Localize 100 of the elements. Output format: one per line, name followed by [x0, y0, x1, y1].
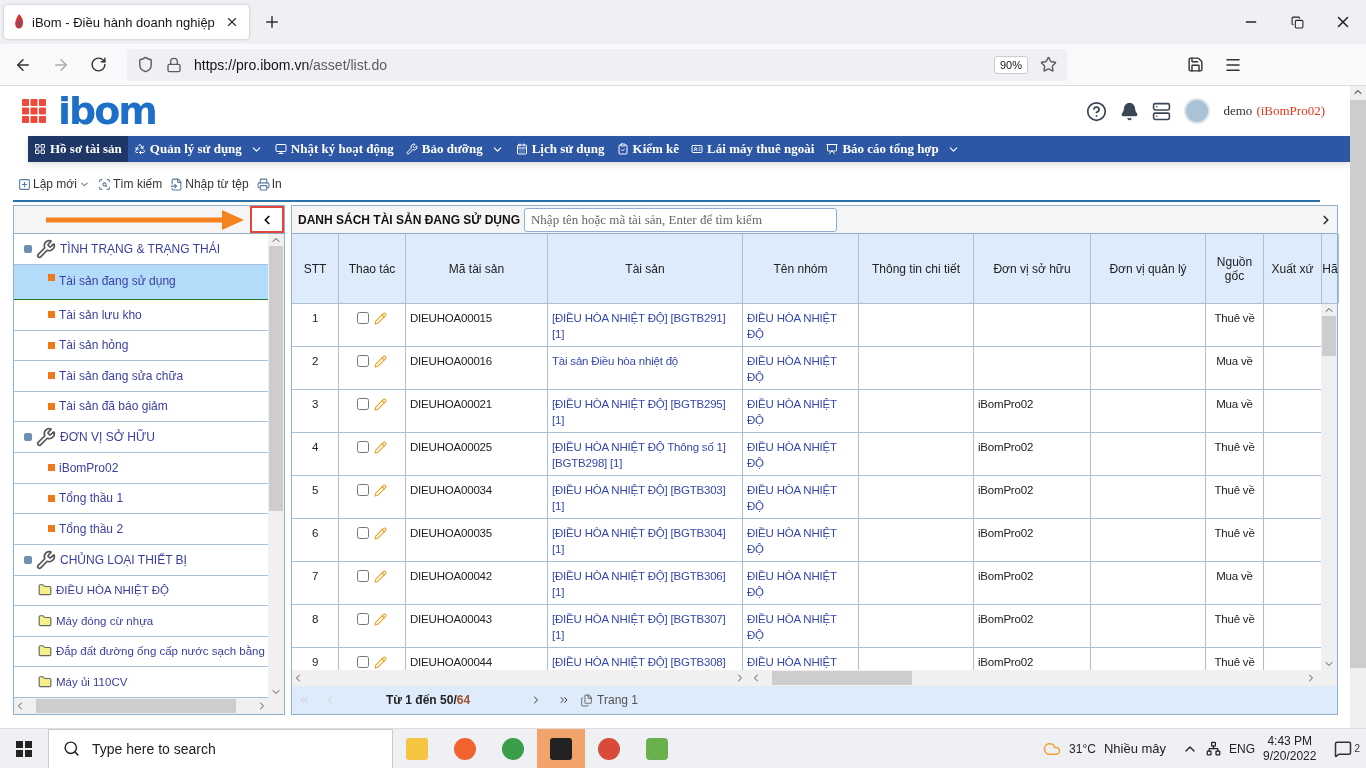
search-placeholder: Type here to search: [92, 740, 216, 757]
table-cell: DIEUHOA00021: [406, 390, 548, 432]
taskbar-search-field[interactable]: Type here to search: [48, 728, 393, 768]
nav-item[interactable]: Kiểm kê: [610, 136, 686, 162]
asset-link[interactable]: [ĐIỀU HÒA NHIỆT ĐỘ] [BGTB307] [1]: [548, 605, 743, 647]
nav-item[interactable]: Báo cáo tổng hợp: [820, 136, 966, 162]
address-bar[interactable]: https://pro.ibom.vn/asset/list.do 90%: [127, 48, 1067, 81]
group-link[interactable]: ĐIỀU HÒA NHIỆT ĐỘ: [743, 304, 859, 346]
scrollbar[interactable]: [1321, 304, 1337, 670]
nav-item[interactable]: Nhật ký hoạt động: [268, 136, 400, 162]
row-checkbox[interactable]: [357, 398, 369, 410]
group-link[interactable]: ĐIỀU HÒA NHIỆT ĐỘ: [743, 562, 859, 604]
new-tab-icon[interactable]: [263, 13, 281, 31]
pencil-icon[interactable]: [374, 527, 387, 540]
row-checkbox[interactable]: [357, 312, 369, 324]
folder-icon: [38, 644, 52, 659]
table-cell: 1: [292, 304, 339, 346]
scrollbar-thumb[interactable]: [1322, 316, 1336, 356]
group-link[interactable]: ĐIỀU HÒA NHIỆT ĐỘ: [743, 605, 859, 647]
tools-icon: [36, 427, 56, 447]
scrollbar-thumb[interactable]: [772, 671, 912, 685]
printer-icon: [256, 177, 270, 191]
toolbar-button[interactable]: Tìm kiếm: [97, 177, 163, 191]
asset-link[interactable]: Tài sản Điều hòa nhiệt độ: [548, 347, 743, 389]
column-header[interactable]: Thông tin chi tiết: [859, 234, 974, 303]
asset-link[interactable]: [ĐIỀU HÒA NHIỆT ĐỘ] [BGTB295] [1]: [548, 390, 743, 432]
network-icon[interactable]: [1206, 741, 1222, 756]
zoom-level[interactable]: 90%: [993, 55, 1028, 74]
column-header[interactable]: Thao tác: [339, 234, 406, 303]
group-link[interactable]: ĐIỀU HÒA NHIỆT ĐỘ: [743, 519, 859, 561]
pencil-icon[interactable]: [374, 570, 387, 583]
asset-link[interactable]: [ĐIỀU HÒA NHIỆT ĐỘ] [BGTB304] [1]: [548, 519, 743, 561]
server-icon[interactable]: [1152, 101, 1172, 121]
scrollbar[interactable]: [292, 670, 1337, 686]
group-link[interactable]: ĐIỀU HÒA NHIỆT ĐỘ: [743, 476, 859, 518]
column-header[interactable]: Mã tài sản: [406, 234, 548, 303]
column-header[interactable]: Đơn vị sở hữu: [974, 234, 1091, 303]
pencil-icon[interactable]: [374, 398, 387, 411]
column-header[interactable]: Hã: [1322, 234, 1339, 303]
language-indicator[interactable]: ENG: [1229, 741, 1256, 756]
pencil-icon[interactable]: [374, 312, 387, 325]
row-checkbox[interactable]: [357, 570, 369, 582]
user-name[interactable]: demo: [1223, 103, 1253, 119]
column-header[interactable]: Xuất xứ: [1264, 234, 1322, 303]
column-header[interactable]: Nguồn gốc: [1206, 234, 1264, 303]
status-icon: [48, 311, 55, 319]
pencil-icon[interactable]: [374, 355, 387, 368]
grid-icon: [34, 143, 46, 155]
nav-item[interactable]: Bảo dưỡng: [399, 136, 510, 162]
asset-link[interactable]: [ĐIỀU HÒA NHIỆT ĐỘ] [BGTB291] [1]: [548, 304, 743, 346]
bell-icon[interactable]: [1120, 101, 1140, 121]
pencil-icon[interactable]: [374, 656, 387, 669]
temperature[interactable]: 31°C: [1069, 741, 1096, 756]
avatar[interactable]: [1184, 98, 1211, 124]
group-link[interactable]: ĐIỀU HÒA NHIỆT ĐỘ: [743, 433, 859, 475]
row-checkbox[interactable]: [357, 613, 369, 625]
row-checkbox[interactable]: [357, 441, 369, 453]
scrollbar-thumb[interactable]: [36, 699, 236, 713]
close-icon[interactable]: [225, 15, 239, 29]
asset-link[interactable]: [ĐIỀU HÒA NHIỆT ĐỘ] [BGTB306] [1]: [548, 562, 743, 604]
clock[interactable]: 4:43 PM 9/20/2022: [1263, 733, 1317, 764]
column-header[interactable]: Tài sản: [548, 234, 743, 303]
asset-link[interactable]: [ĐIỀU HÒA NHIỆT ĐỘ] [BGTB303] [1]: [548, 476, 743, 518]
row-checkbox[interactable]: [357, 484, 369, 496]
column-header[interactable]: Đơn vị quản lý: [1091, 234, 1206, 303]
notes-app-icon[interactable]: [537, 728, 585, 768]
row-checkbox[interactable]: [357, 527, 369, 539]
asset-link[interactable]: [ĐIỀU HÒA NHIỆT ĐỘ Thông số 1] [BGTB298] [1]: [548, 433, 743, 475]
row-checkbox[interactable]: [357, 355, 369, 367]
toolbar-button[interactable]: Nhập từ tệp: [170, 177, 249, 191]
weather-text[interactable]: Nhiều mây: [1103, 741, 1167, 756]
collapse-button[interactable]: [250, 206, 284, 233]
table-cell: DIEUHOA00042: [406, 562, 548, 604]
column-header[interactable]: STT: [292, 234, 339, 303]
app-grid-icon[interactable]: [22, 99, 46, 123]
table-cell: Thuê về: [1206, 605, 1264, 647]
nav-item[interactable]: Lái máy thuê ngoài: [685, 136, 821, 162]
nav-item[interactable]: Hồ sơ tài sản: [28, 136, 128, 162]
browser-tab[interactable]: iBom - Điều hành doanh nghiệp: [4, 5, 249, 39]
scrollbar-thumb[interactable]: [269, 246, 283, 511]
group-link[interactable]: ĐIỀU HÒA NHIỆT ĐỘ: [743, 390, 859, 432]
column-header[interactable]: Tên nhóm: [743, 234, 859, 303]
pencil-icon[interactable]: [374, 484, 387, 497]
pencil-icon[interactable]: [374, 441, 387, 454]
row-checkbox[interactable]: [357, 656, 369, 668]
star-icon[interactable]: [1040, 56, 1057, 73]
pencil-icon[interactable]: [374, 613, 387, 626]
nav-item[interactable]: Quản lý sử dụng: [127, 136, 269, 162]
nav-item[interactable]: Lịch sử dụng: [509, 136, 611, 162]
tree-item[interactable]: Tài sản đang sử dụng: [14, 265, 268, 300]
toolbar-button[interactable]: In: [256, 177, 282, 191]
logo[interactable]: ibom: [58, 89, 156, 133]
scrollbar[interactable]: [14, 698, 284, 714]
scrollbar[interactable]: [268, 234, 284, 698]
search-field[interactable]: Nhập tên hoặc mã tài sản, Enter để tìm kiếm: [523, 207, 837, 232]
toolbar-button[interactable]: Lập mới: [18, 177, 90, 191]
search-icon: [97, 177, 111, 191]
group-link[interactable]: ĐIỀU HÒA NHIỆT ĐỘ: [743, 347, 859, 389]
reload-icon[interactable]: [90, 56, 107, 73]
help-icon[interactable]: [1086, 100, 1108, 122]
